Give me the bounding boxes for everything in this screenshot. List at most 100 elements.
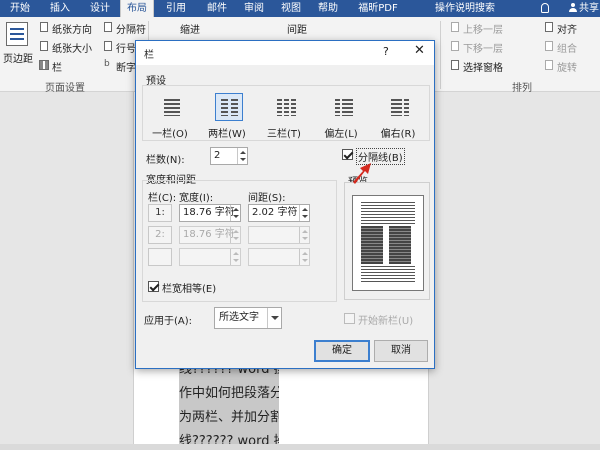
ok-button[interactable]: 确定 (314, 340, 370, 362)
send-backward-icon (451, 41, 459, 51)
align-label: 对齐 (557, 25, 577, 36)
num-columns-value: 2 (214, 150, 221, 161)
selection-pane-label: 选择窗格 (463, 63, 503, 74)
right-column-icon (386, 93, 414, 121)
column-spacing-input[interactable]: 2.02 字符 (248, 204, 310, 222)
tab-references[interactable]: 引用 (160, 0, 192, 17)
three-columns-icon (272, 93, 300, 121)
align-icon (545, 22, 553, 32)
group-objects-icon (545, 41, 553, 51)
column-spacing-value: 2.02 字符 (252, 207, 298, 218)
columns-dialog: 栏 ? ✕ 预设 一栏(O) 两栏(W) 三栏(T) 偏左(L) 偏右(R) 栏… (135, 40, 435, 369)
cancel-button[interactable]: 取消 (374, 340, 428, 362)
tab-review[interactable]: 审阅 (238, 0, 270, 17)
ribbon-separator (440, 21, 441, 89)
help-icon[interactable]: ? (383, 45, 389, 58)
spin-arrows-icon[interactable] (230, 249, 240, 265)
red-arrow-annotation (353, 163, 371, 184)
column-number: 1: (148, 204, 172, 222)
margins-label: 页边距 (3, 54, 33, 65)
column-number: 2: (148, 226, 172, 244)
tab-view[interactable]: 视图 (275, 0, 307, 17)
column-header: 栏(C): (148, 193, 177, 204)
left-column-icon (329, 93, 357, 121)
spin-arrows-icon[interactable] (299, 249, 309, 265)
margins-icon (6, 22, 28, 46)
hyphenation-icon: b (104, 59, 110, 69)
spin-arrows-icon[interactable] (299, 227, 309, 243)
preview-panel (344, 182, 430, 300)
column-spacing-input[interactable] (248, 226, 310, 244)
preset-label: 偏右(R) (380, 129, 416, 140)
num-columns-label: 栏数(N): (146, 155, 185, 166)
width-header: 宽度(I): (179, 193, 214, 204)
document-line[interactable]: 作中如何把段落分 (179, 382, 279, 406)
preset-label: 偏左(L) (324, 129, 358, 140)
tell-me-search[interactable]: 操作说明搜索 (425, 0, 505, 17)
column-width-input[interactable] (179, 248, 241, 266)
tab-design[interactable]: 设计 (84, 0, 116, 17)
rotate-label: 旋转 (557, 63, 577, 74)
dialog-title: 栏 (144, 50, 154, 61)
tab-layout[interactable]: 布局 (120, 0, 154, 17)
equal-width-label[interactable]: 栏宽相等(E) (162, 280, 216, 295)
document-line[interactable]: 为两栏、并加分割 (179, 406, 279, 430)
spacing-header: 间距(S): (248, 193, 286, 204)
equal-width-checkbox[interactable] (148, 281, 159, 292)
line-numbers-icon (104, 41, 112, 51)
selection-pane-icon (451, 60, 459, 70)
column-spacing-input[interactable] (248, 248, 310, 266)
share-button[interactable]: 共享 (578, 0, 600, 17)
breaks-icon (104, 22, 112, 32)
rotate-icon (545, 60, 553, 70)
breaks-label: 分隔符 (116, 25, 146, 36)
spin-arrows-icon[interactable] (230, 205, 240, 221)
column-width-input[interactable]: 18.76 字符 (179, 226, 241, 244)
send-backward-label: 下移一层 (463, 44, 503, 55)
lightbulb-icon (541, 3, 549, 13)
size-label: 纸张大小 (52, 44, 92, 55)
column-width-input[interactable]: 18.76 字符 (179, 204, 241, 222)
tab-home[interactable]: 开始 (4, 0, 36, 17)
status-bar (0, 444, 600, 450)
bring-forward-label: 上移一层 (463, 25, 503, 36)
indent-label: 缩进 (180, 25, 200, 36)
apply-to-label: 应用于(A): (144, 316, 193, 327)
columns-label: 栏 (52, 63, 62, 74)
apply-to-select[interactable]: 所选文字 (214, 307, 282, 329)
column-number (148, 248, 172, 266)
preview-page-icon (352, 195, 424, 291)
tab-insert[interactable]: 插入 (44, 0, 76, 17)
preset-label: 三栏(T) (267, 129, 301, 140)
orientation-label: 纸张方向 (52, 25, 92, 36)
two-columns-icon (215, 93, 243, 121)
tab-mailings[interactable]: 邮件 (201, 0, 233, 17)
group-objects-label: 组合 (557, 44, 577, 55)
document-line[interactable]: 线?????? word 操 (179, 430, 279, 444)
spin-arrows-icon[interactable] (299, 205, 309, 221)
columns-icon (39, 60, 49, 70)
tab-foxit-pdf[interactable]: 福昕PDF (348, 0, 408, 17)
hyphenation-label: 断字 (116, 63, 136, 74)
orientation-icon (40, 22, 48, 32)
tab-help[interactable]: 帮助 (312, 0, 344, 17)
new-column-checkbox[interactable] (344, 313, 355, 324)
spacing-label: 间距 (287, 25, 307, 36)
dialog-title-bar: 栏 ? ✕ (136, 41, 434, 65)
column-width-value: 18.76 字符 (183, 207, 235, 218)
paper-size-icon (40, 41, 48, 51)
column-width-value: 18.76 字符 (183, 229, 235, 240)
preset-label: 两栏(W) (208, 129, 246, 140)
chevron-down-icon[interactable] (267, 308, 281, 328)
bring-forward-icon (451, 22, 459, 32)
preset-label: 一栏(O) (152, 129, 188, 140)
spin-arrows-icon[interactable] (237, 148, 247, 164)
ribbon-tab-bar: 开始 插入 设计 布局 引用 邮件 审阅 视图 帮助 福昕PDF 操作说明搜索 … (0, 0, 600, 17)
line-numbers-label: 行号 (116, 44, 136, 55)
new-column-label[interactable]: 开始新栏(U) (358, 312, 413, 327)
num-columns-stepper[interactable]: 2 (210, 147, 248, 165)
spin-arrows-icon[interactable] (230, 227, 240, 243)
apply-to-value: 所选文字 (219, 312, 259, 323)
one-column-icon (158, 93, 186, 121)
close-icon[interactable]: ✕ (414, 43, 425, 58)
